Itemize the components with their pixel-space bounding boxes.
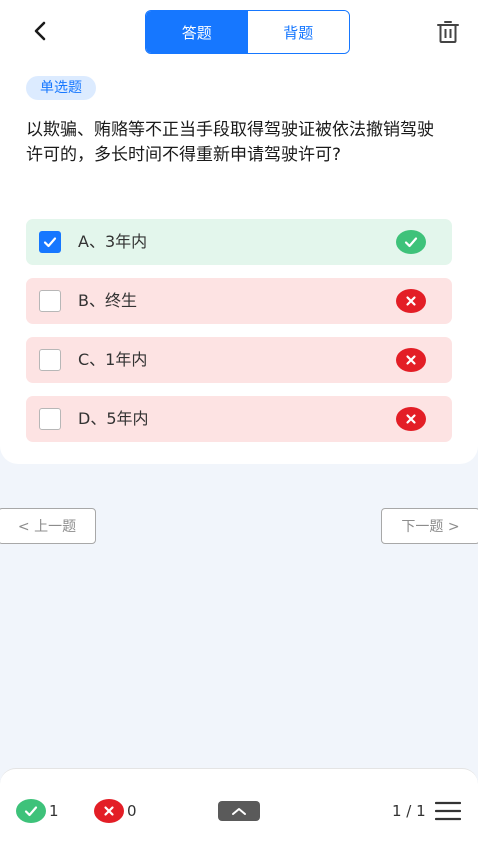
option-d[interactable]: D、5年内 <box>26 396 452 442</box>
checkbox-unchecked <box>39 408 61 430</box>
bottom-bar: 1 0 1 / 1 <box>0 768 478 850</box>
menu-icon <box>434 801 462 821</box>
chevron-up-icon <box>232 808 246 815</box>
page-indicator: 1 / 1 <box>392 802 426 820</box>
mode-switcher: 答题 背题 <box>145 10 350 54</box>
delete-button[interactable] <box>434 18 462 46</box>
trash-icon <box>437 21 459 43</box>
option-label: B、终生 <box>78 291 137 310</box>
option-label: C、1年内 <box>78 350 148 369</box>
top-bar: 答题 背题 <box>0 0 478 64</box>
expand-panel-button[interactable] <box>218 801 260 821</box>
option-a[interactable]: A、3年内 <box>26 219 452 265</box>
prev-question-button[interactable]: < 上一题 <box>0 508 96 544</box>
chevron-left-icon <box>34 21 46 41</box>
correct-count: 1 <box>49 802 59 820</box>
checkbox-unchecked <box>39 290 61 312</box>
wrong-icon <box>396 289 426 313</box>
tab-memorize[interactable]: 背题 <box>247 11 349 53</box>
next-question-button[interactable]: 下一题 > <box>381 508 478 544</box>
checkbox-checked <box>39 231 61 253</box>
checkbox-unchecked <box>39 349 61 371</box>
correct-count-icon <box>16 799 46 823</box>
question-card: 单选题 以欺骗、贿赂等不正当手段取得驾驶证被依法撤销驾驶许可的，多长时间不得重新… <box>0 64 478 464</box>
back-button[interactable] <box>26 16 54 46</box>
checkmark-icon <box>43 237 57 248</box>
wrong-icon <box>396 407 426 431</box>
wrong-count-icon <box>94 799 124 823</box>
option-label: A、3年内 <box>78 232 148 251</box>
wrong-count: 0 <box>127 802 137 820</box>
tab-answer[interactable]: 答题 <box>146 11 248 53</box>
option-c[interactable]: C、1年内 <box>26 337 452 383</box>
question-text: 以欺骗、贿赂等不正当手段取得驾驶证被依法撤销驾驶许可的，多长时间不得重新申请驾驶… <box>26 120 434 165</box>
option-b[interactable]: B、终生 <box>26 278 452 324</box>
wrong-icon <box>396 348 426 372</box>
option-label: D、5年内 <box>78 409 149 428</box>
correct-icon <box>396 230 426 254</box>
question-type-badge: 单选题 <box>26 76 96 100</box>
question-list-button[interactable] <box>434 800 462 822</box>
